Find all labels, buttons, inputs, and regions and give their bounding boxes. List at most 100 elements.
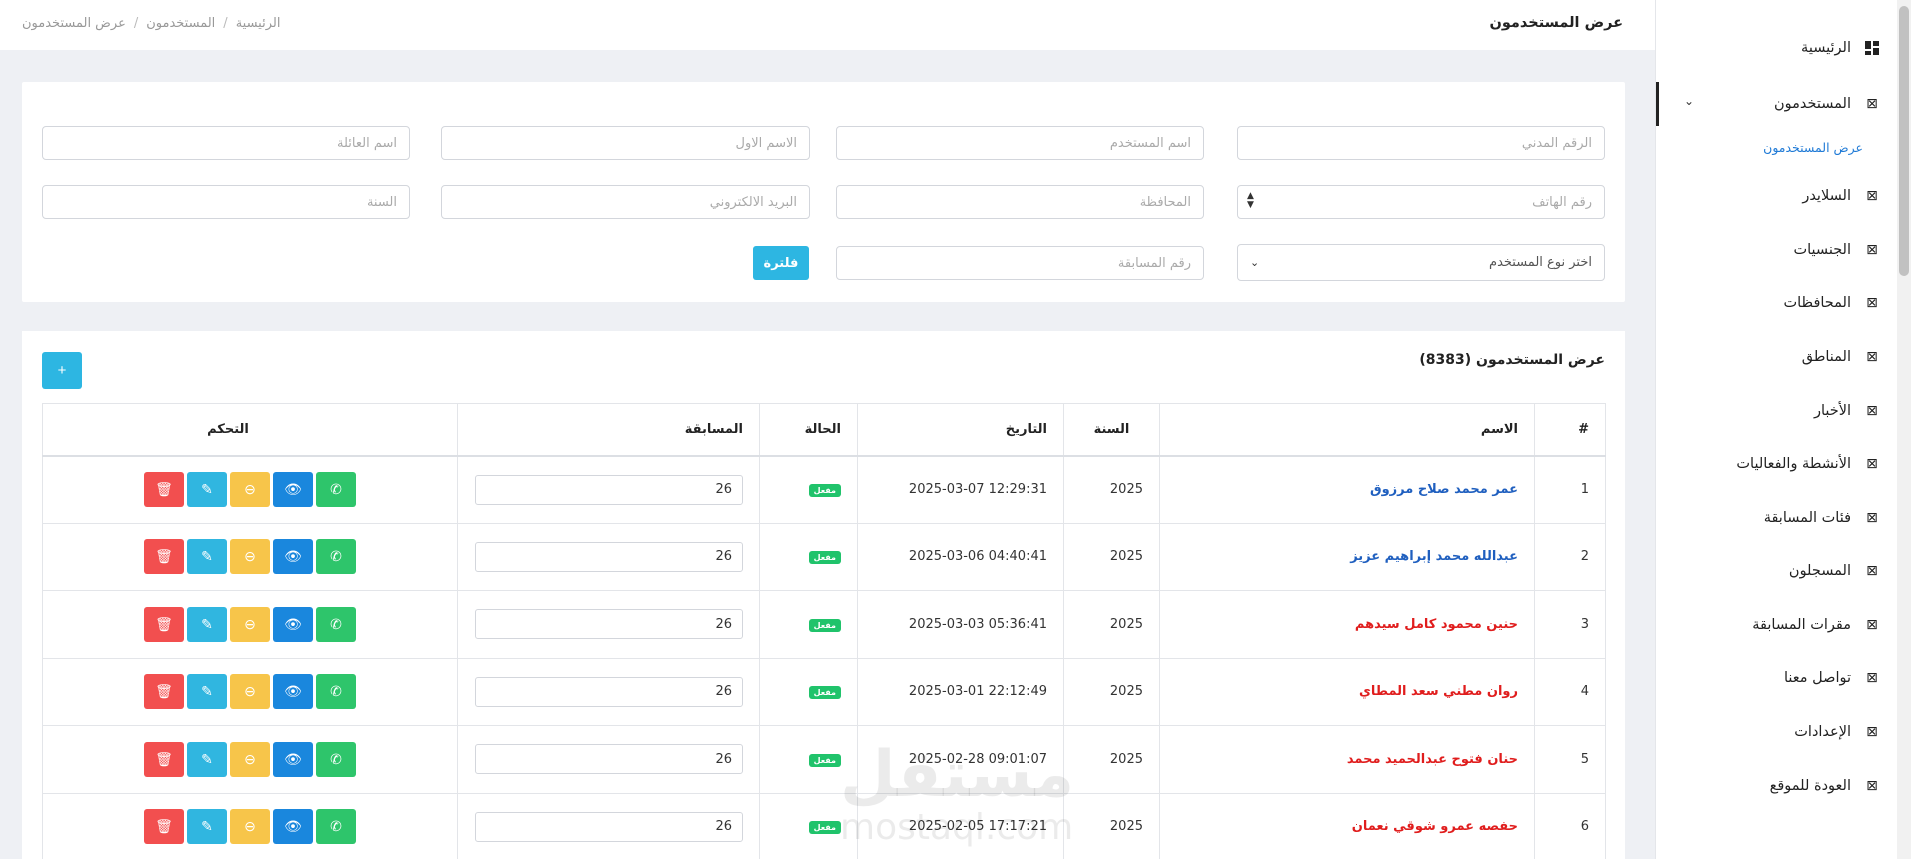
block-button[interactable]: ⊖ [230, 741, 270, 777]
edit-button[interactable]: ✎ [187, 539, 227, 575]
breadcrumb-users[interactable]: المستخدمون [146, 16, 215, 31]
delete-button[interactable]: 🗑 [144, 674, 184, 710]
whatsapp-button[interactable]: ✆ [316, 539, 356, 575]
sidebar-item-categories[interactable]: ⊠ فئات المسابقة [1656, 498, 1881, 538]
chevron-down-icon: ⌄ [1684, 94, 1695, 108]
sidebar-item-slider[interactable]: ⊠ السلايدر [1656, 176, 1881, 216]
user-name-link[interactable]: حنين محمود كامل سيدهم [1355, 617, 1518, 632]
year-field[interactable] [42, 185, 410, 219]
sidebar-item-home[interactable]: الرئيسية [1656, 28, 1881, 68]
row-actions: 🗑 ✎ ⊖ 👁 ✆ [59, 606, 441, 642]
view-button[interactable]: 👁 [273, 809, 313, 845]
competition-input[interactable] [475, 609, 743, 640]
filter-card: ▲▼ اختر نوع المستخدم ⌄ فلترة [22, 82, 1625, 302]
sidebar-scrollbar-thumb[interactable] [1899, 6, 1909, 276]
whatsapp-button[interactable]: ✆ [316, 472, 356, 507]
civil-id-field[interactable] [1237, 126, 1605, 160]
block-button[interactable]: ⊖ [230, 472, 270, 507]
delete-button[interactable]: 🗑 [144, 741, 184, 777]
row-date: 2025-02-28 09:01:07 [857, 725, 1064, 794]
edit-button[interactable]: ✎ [187, 472, 227, 507]
sidebar-subitem-view-users[interactable]: عرض المستخدمون [1763, 140, 1863, 155]
block-button[interactable]: ⊖ [230, 674, 270, 710]
sidebar-item-regions[interactable]: ⊠ المناطق [1656, 337, 1881, 377]
user-type-select-value: اختر نوع المستخدم [1489, 255, 1592, 270]
breadcrumb-home[interactable]: الرئيسية [236, 16, 281, 31]
sidebar-item-nationalities[interactable]: ⊠ الجنسيات [1656, 230, 1881, 270]
user-name-link[interactable]: حنان فتوح عبدالحميد محمد [1347, 752, 1518, 767]
edit-button[interactable]: ✎ [187, 741, 227, 777]
user-type-select[interactable]: اختر نوع المستخدم ⌄ [1237, 244, 1605, 281]
row-number: 2 [1534, 522, 1606, 591]
view-button[interactable]: 👁 [273, 472, 313, 507]
delete-button[interactable]: 🗑 [144, 472, 184, 507]
block-button[interactable]: ⊖ [230, 606, 270, 642]
grid-icon: ⊠ [1866, 96, 1878, 112]
sidebar-item-activities[interactable]: ⊠ الأنشطة والفعاليات [1656, 444, 1881, 484]
user-name-link[interactable]: حفصه عمرو شوقي نعمان [1352, 819, 1518, 834]
sidebar-item-venues[interactable]: ⊠ مقرات المسابقة [1656, 605, 1881, 645]
view-button[interactable]: 👁 [273, 539, 313, 575]
delete-button[interactable]: 🗑 [144, 809, 184, 845]
competition-input[interactable] [475, 541, 743, 572]
sidebar-scrollbar[interactable] [1897, 0, 1911, 859]
breadcrumb: الرئيسية / المستخدمون / عرض المستخدمون [22, 16, 280, 31]
filter-button[interactable]: فلترة [753, 246, 809, 280]
edit-button[interactable]: ✎ [187, 809, 227, 845]
sidebar-item-registered[interactable]: ⊠ المسجلون [1656, 551, 1881, 591]
number-spinner-icon[interactable]: ▲ ▼ [1247, 192, 1254, 210]
grid-icon: ⊠ [1866, 456, 1878, 472]
phone-field[interactable] [1237, 185, 1605, 219]
block-button[interactable]: ⊖ [230, 539, 270, 575]
first-name-field[interactable] [441, 126, 810, 160]
email-field[interactable] [441, 185, 810, 219]
sidebar-item-governorates[interactable]: ⊠ المحافظات [1656, 283, 1881, 323]
whatsapp-icon: ✆ [330, 750, 342, 767]
grid-icon: ⊠ [1866, 670, 1878, 686]
competition-input[interactable] [475, 811, 743, 842]
whatsapp-icon: ✆ [330, 481, 342, 497]
delete-button[interactable]: 🗑 [144, 539, 184, 575]
whatsapp-button[interactable]: ✆ [316, 809, 356, 845]
sidebar-item-settings[interactable]: ⊠ الإعدادات [1656, 712, 1881, 752]
column-header-year: السنة [1063, 403, 1160, 457]
sidebar-item-users[interactable]: ⊠ المستخدمون ⌄ [1656, 82, 1881, 126]
trash-icon: 🗑 [155, 750, 173, 767]
whatsapp-button[interactable]: ✆ [316, 606, 356, 642]
column-header-competition: المسابقة [457, 403, 760, 457]
whatsapp-button[interactable]: ✆ [316, 674, 356, 710]
block-button[interactable]: ⊖ [230, 809, 270, 845]
whatsapp-button[interactable]: ✆ [316, 741, 356, 777]
edit-button[interactable]: ✎ [187, 606, 227, 642]
view-button[interactable]: 👁 [273, 741, 313, 777]
sidebar-item-label: العودة للموقع [1769, 778, 1851, 794]
column-header-number: # [1534, 403, 1606, 457]
competition-input[interactable] [475, 676, 743, 707]
add-user-button[interactable]: + [42, 352, 82, 389]
delete-button[interactable]: 🗑 [144, 606, 184, 642]
competition-number-field[interactable] [836, 246, 1204, 280]
edit-button[interactable]: ✎ [187, 674, 227, 710]
breadcrumb-separator: / [133, 16, 139, 31]
family-name-field[interactable] [42, 126, 410, 160]
governorate-field[interactable] [836, 185, 1204, 219]
competition-input[interactable] [475, 744, 743, 775]
user-name-link[interactable]: عمر محمد صلاح مرزوق [1370, 482, 1518, 497]
users-count-title: عرض المستخدمون (8383) [1419, 352, 1605, 368]
minus-circle-icon: ⊖ [244, 481, 256, 497]
competition-input[interactable] [475, 474, 743, 505]
grid-icon: ⊠ [1866, 510, 1878, 526]
user-name-link[interactable]: عبدالله محمد إبراهيم عزيز [1350, 549, 1518, 564]
view-button[interactable]: 👁 [273, 606, 313, 642]
sidebar-item-news[interactable]: ⊠ الأخبار [1656, 391, 1881, 431]
username-field[interactable] [836, 126, 1204, 160]
sidebar-item-contact[interactable]: ⊠ تواصل معنا [1656, 658, 1881, 698]
edit-icon: ✎ [201, 481, 213, 497]
sidebar-item-label: المسجلون [1788, 563, 1851, 579]
sidebar-item-back-to-site[interactable]: ⊠ العودة للموقع [1656, 766, 1881, 806]
user-name-link[interactable]: روان مطني سعد المطاي [1359, 684, 1518, 699]
edit-icon: ✎ [201, 683, 213, 700]
edit-icon: ✎ [201, 750, 213, 767]
whatsapp-icon: ✆ [330, 818, 342, 835]
view-button[interactable]: 👁 [273, 674, 313, 710]
